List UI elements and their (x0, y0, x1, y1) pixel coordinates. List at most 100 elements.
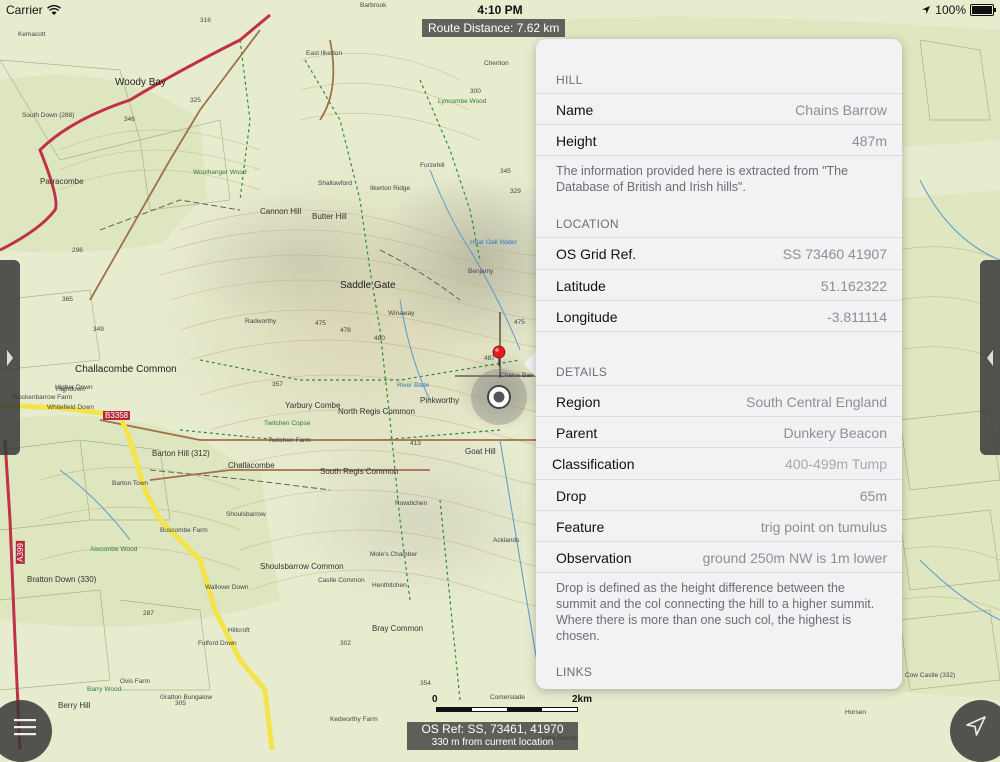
right-panel-handle[interactable] (980, 260, 1000, 455)
scale-end-label: 2km (572, 694, 593, 705)
row-drop: Drop 65m (536, 479, 902, 511)
map-place-label: Mole's Chamber (370, 551, 418, 558)
clock: 4:10 PM (477, 3, 523, 17)
spot-height-label: 354 (420, 680, 431, 687)
chevron-right-icon (7, 349, 13, 366)
battery-percent: 100% (935, 3, 966, 17)
row-region: Region South Central England (536, 385, 902, 417)
map-place-label: Alscombe Wood (90, 546, 138, 553)
map-place-label: Cannon Hill (260, 207, 302, 216)
map-place-label: Hillcroft (228, 627, 250, 634)
row-value: 487m (851, 133, 887, 149)
section-header-links: LINKS (556, 665, 593, 679)
map-place-label: Shoulsbarrow (226, 511, 266, 518)
row-grid-ref: OS Grid Ref. SS 73460 41907 (536, 237, 902, 269)
map-place-label: Gratton Bungalow (160, 694, 213, 701)
row-observation: Observation ground 250m NW is 1m lower (536, 541, 902, 573)
map-place-label: Higher Down (55, 384, 93, 391)
map-place-label: Twitchen Farm (268, 437, 311, 444)
map-place-label: Kemacott (18, 31, 46, 38)
spot-height-label: 287 (143, 610, 154, 617)
row-latitude: Latitude 51.162322 (536, 269, 902, 301)
map-place-label: Barton Town (112, 480, 149, 487)
row-longitude: Longitude -3.811114 (536, 300, 902, 332)
row-value: trig point on tumulus (760, 519, 887, 535)
map-place-label: Hoar Oak Water (470, 239, 517, 246)
map-place-label: Wallover Down (205, 584, 249, 591)
map-place-label: Henthitchen (372, 582, 407, 589)
map-place-label: Challacombe Common (75, 364, 177, 375)
scale-start-label: 0 (432, 694, 438, 705)
row-height: Height 487m (536, 124, 902, 156)
map-place-label: Saddle Gate (340, 280, 396, 291)
map-place-label: South Down (288) (22, 112, 75, 119)
spot-height-label: 475 (514, 319, 525, 326)
menu-icon (14, 719, 36, 736)
map-place-label: Yarbury Combe (285, 401, 341, 410)
row-label: Parent (556, 425, 598, 441)
drop-note: Drop is defined as the height difference… (556, 581, 875, 643)
row-label: Name (556, 102, 594, 118)
os-ref-readout: OS Ref: SS, 73461, 41970 330 m from curr… (407, 722, 578, 750)
row-value: 51.162322 (820, 278, 887, 294)
map-place-label: Ovis Farm (120, 678, 150, 685)
row-label: Classification (552, 456, 635, 472)
spot-height-label: 302 (340, 640, 351, 647)
distance-from-location: 330 m from current location (431, 737, 554, 748)
map-place-label: Shoulsbarrow Common (260, 562, 344, 571)
row-label: Latitude (556, 278, 606, 294)
section-header-location: LOCATION (556, 217, 619, 231)
road-number-label: A399 (15, 541, 25, 564)
hill-info-panel[interactable]: HILL Name Chains Barrow Height 487m The … (536, 39, 902, 689)
spot-height-label: 305 (175, 700, 186, 707)
map-place-label: Radworthy (245, 318, 277, 325)
chevron-left-icon (987, 349, 993, 366)
battery-icon (970, 4, 996, 16)
spot-height-label: 480 (374, 335, 385, 342)
map-place-label: Berry Hill (58, 701, 91, 710)
scale-bar: 0 2km (430, 694, 593, 716)
map-place-label: Benjamy (468, 268, 494, 275)
spot-height-label: 346 (124, 116, 135, 123)
spot-height-label: 413 (410, 440, 421, 447)
row-feature: Feature trig point on tumulus (536, 510, 902, 542)
map-place-label: Furzehill (420, 162, 445, 169)
route-distance-label: Route Distance: 7.62 km (422, 19, 566, 37)
road-number-label: B3358 (103, 411, 131, 420)
map-place-label: Kedworthy Farm (330, 716, 378, 723)
map-place-label: Pinkworthy (420, 396, 460, 405)
row-value: -3.811114 (827, 309, 887, 325)
row-label: Region (556, 394, 601, 410)
row-value: Chains Barrow (795, 102, 887, 118)
row-value: SS 73460 41907 (782, 246, 887, 262)
spot-height-label: 325 (190, 97, 201, 104)
status-bar: Carrier 4:10 PM 100% (0, 0, 1000, 20)
row-label: Longitude (556, 309, 618, 325)
row-value: 65m (859, 488, 887, 504)
spot-height-label: 365 (62, 296, 73, 303)
map-place-label: River Barle (397, 382, 430, 389)
spot-height-label: 300 (470, 88, 481, 95)
left-panel-handle[interactable] (0, 260, 20, 455)
row-value: Dunkery Beacon (783, 425, 887, 441)
map-place-label: Bratton Down (330) (27, 575, 97, 584)
spot-height-label: 357 (272, 381, 283, 388)
map-place-label: Ilkerton Ridge (370, 185, 411, 192)
section-header-hill: HILL (556, 73, 583, 87)
row-label: Drop (556, 488, 587, 504)
spot-height-label: 478 (340, 327, 351, 334)
map-place-label: South Regis Common (320, 467, 399, 476)
map-place-label: Fulford Down (198, 640, 237, 647)
locate-me-button[interactable] (950, 700, 1000, 762)
row-label: Height (556, 133, 597, 149)
map-place-label: Woody Bay (115, 77, 166, 88)
map-place-label: Winaway (388, 310, 415, 317)
spot-height-label: 349 (93, 326, 104, 333)
map-place-label: Barry Wood (87, 686, 122, 693)
navigation-arrow-icon (966, 716, 986, 736)
map-place-label: Lyncombe Wood (438, 98, 487, 105)
map-place-label: Goat Hill (465, 447, 496, 456)
map-place-label: Twitchen Copse (264, 420, 311, 427)
map-place-label: Woolhanger Wood (193, 169, 247, 176)
map-place-label: Horsen (845, 709, 866, 716)
